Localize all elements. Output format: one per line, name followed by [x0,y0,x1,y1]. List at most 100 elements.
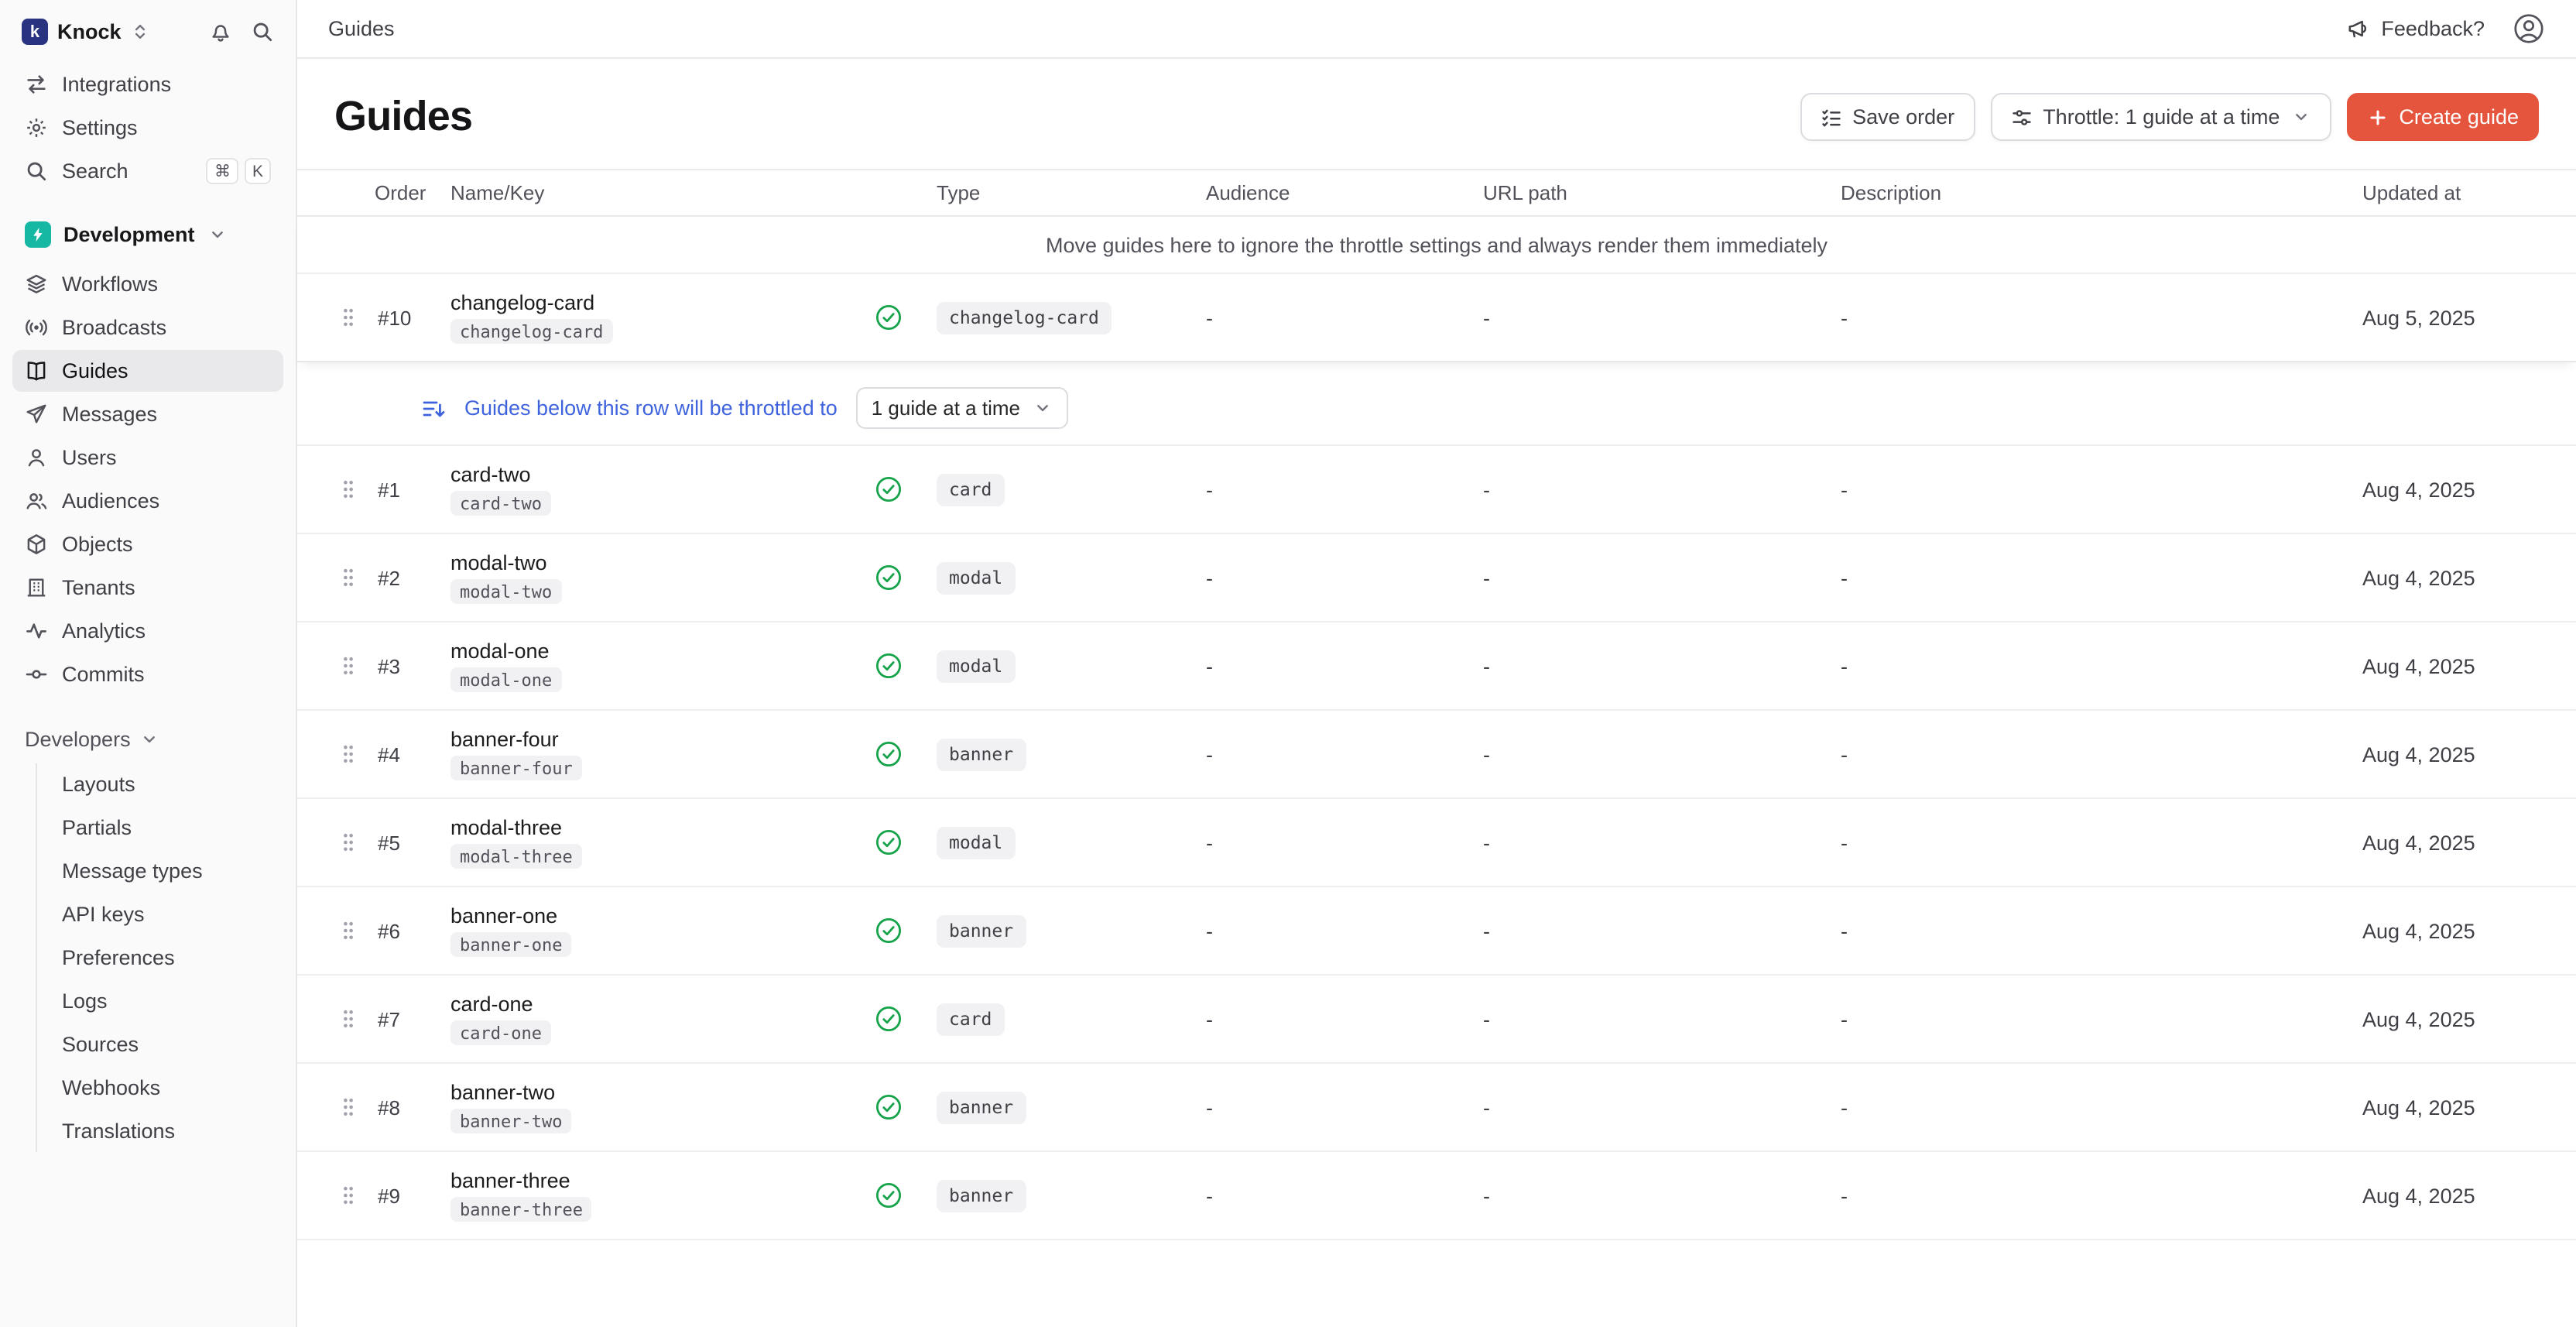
bell-icon[interactable] [209,20,232,43]
order-cell: #10 [375,306,450,329]
name-cell: changelog-card changelog-card [450,291,937,344]
sidebar-item-search[interactable]: Search ⌘ K [12,150,283,192]
guide-name-link[interactable]: modal-two [450,551,561,574]
sidebar-item-guides[interactable]: Guides [12,350,283,392]
workflows-icon [25,273,48,296]
sidebar-item-label: Search [62,159,128,183]
guide-row-changelog-card[interactable]: #10 changelog-card changelog-card change… [297,273,2576,361]
sidebar-item-audiences[interactable]: Audiences [12,480,283,522]
drag-handle[interactable] [322,1183,375,1208]
column-url-path: URL path [1483,181,1841,204]
audience-cell: - [1206,306,1483,329]
throttle-button[interactable]: Throttle: 1 guide at a time [1990,93,2331,141]
guide-row-banner-four[interactable]: #4 banner-four banner-four banner - - - … [297,709,2576,797]
url-path-cell: - [1483,831,1841,854]
developers-section-header[interactable]: Developers [12,717,283,760]
guide-name-link[interactable]: banner-three [450,1169,592,1192]
type-badge: banner [937,914,1026,947]
create-guide-button[interactable]: Create guide [2346,93,2539,141]
drag-handle[interactable] [322,477,375,502]
guide-row-card-one[interactable]: #7 card-one card-one card - - - Aug 4, 2… [297,974,2576,1062]
feedback-button[interactable]: Feedback? [2347,17,2485,40]
drag-handle[interactable] [322,653,375,678]
guide-name-link[interactable]: changelog-card [450,291,612,314]
sidebar-item-sources[interactable]: Sources [50,1024,283,1065]
drag-handle[interactable] [322,918,375,943]
column-type: Type [937,181,1206,204]
sidebar-item-users[interactable]: Users [12,437,283,478]
order-cell: #2 [375,566,450,589]
sidebar-item-integrations[interactable]: Integrations [12,63,283,105]
sidebar-item-workflows[interactable]: Workflows [12,263,283,305]
guide-row-banner-two[interactable]: #8 banner-two banner-two banner - - - Au… [297,1062,2576,1150]
drag-handle-icon [341,1183,356,1208]
guide-key-badge: banner-one [450,932,571,957]
drag-handle[interactable] [322,1006,375,1031]
sidebar-item-settings[interactable]: Settings [12,107,283,149]
sidebar-item-messages[interactable]: Messages [12,393,283,435]
audience-cell: - [1206,742,1483,766]
save-order-button[interactable]: Save order [1800,93,1975,141]
throttle-divider-select[interactable]: 1 guide at a time [856,387,1068,429]
guide-row-banner-three[interactable]: #9 banner-three banner-three banner - - … [297,1150,2576,1239]
order-cell: #6 [375,919,450,942]
sidebar-item-logs[interactable]: Logs [50,980,283,1022]
sidebar-item-commits[interactable]: Commits [12,653,283,695]
drag-handle[interactable] [322,1095,375,1120]
guide-name-link[interactable]: card-one [450,993,551,1016]
guide-name-link[interactable]: modal-one [450,639,561,663]
type-badge: banner [937,1091,1026,1123]
guide-name-link[interactable]: banner-one [450,904,571,928]
check-circle-icon [875,1093,903,1121]
megaphone-icon [2347,17,2370,40]
drag-handle[interactable] [322,305,375,330]
sidebar-item-broadcasts[interactable]: Broadcasts [12,307,283,348]
drag-handle[interactable] [322,742,375,766]
check-circle-icon [875,917,903,945]
updated-cell: Aug 4, 2025 [2362,1096,2551,1119]
description-cell: - [1841,919,2362,942]
breadcrumb[interactable]: Guides [328,17,395,40]
topbar-right: Feedback? [2347,12,2545,45]
guide-name-link[interactable]: banner-four [450,728,582,751]
guide-row-modal-one[interactable]: #3 modal-one modal-one modal - - - Aug 4… [297,621,2576,709]
development-section-header[interactable]: Development [12,211,283,257]
sidebar-item-webhooks[interactable]: Webhooks [50,1067,283,1109]
column-name-key: Name/Key [450,181,937,204]
sidebar-item-analytics[interactable]: Analytics [12,610,283,652]
sidebar-item-partials[interactable]: Partials [50,807,283,849]
sidebar-search-icon[interactable] [251,20,274,43]
workspace-switcher[interactable]: k Knock [12,15,283,63]
name-cell: modal-three modal-three [450,816,937,869]
drag-handle-icon [341,305,356,330]
type-cell: banner [937,738,1206,770]
guide-name-link[interactable]: card-two [450,463,551,486]
sidebar-item-label: Logs [62,989,108,1013]
drag-handle-icon [341,653,356,678]
drag-handle[interactable] [322,830,375,855]
avatar[interactable] [2513,12,2545,45]
guide-row-modal-two[interactable]: #2 modal-two modal-two modal - - - Aug 4… [297,533,2576,621]
pinned-section: Move guides here to ignore the throttle … [297,217,2576,362]
type-cell: modal [937,650,1206,682]
sidebar-item-tenants[interactable]: Tenants [12,567,283,609]
order-cell: #9 [375,1184,450,1207]
sidebar-item-layouts[interactable]: Layouts [50,763,283,805]
sidebar-item-translations[interactable]: Translations [50,1110,283,1152]
sidebar-item-message-types[interactable]: Message types [50,850,283,892]
drag-handle[interactable] [322,565,375,590]
guide-key-badge: card-one [450,1020,551,1045]
guide-row-banner-one[interactable]: #6 banner-one banner-one banner - - - Au… [297,886,2576,974]
check-circle-icon [875,740,903,768]
sidebar-item-label: Audiences [62,489,159,513]
guide-name-link[interactable]: banner-two [450,1081,571,1104]
guide-row-modal-three[interactable]: #5 modal-three modal-three modal - - - A… [297,797,2576,886]
sidebar-item-api-keys[interactable]: API keys [50,893,283,935]
updown-icon[interactable] [131,22,151,42]
guide-key-badge: modal-three [450,844,582,869]
description-cell: - [1841,306,2362,329]
sidebar-item-preferences[interactable]: Preferences [50,937,283,979]
guide-row-card-two[interactable]: #1 card-two card-two card - - - Aug 4, 2… [297,444,2576,533]
sidebar-item-objects[interactable]: Objects [12,523,283,565]
guide-name-link[interactable]: modal-three [450,816,582,839]
